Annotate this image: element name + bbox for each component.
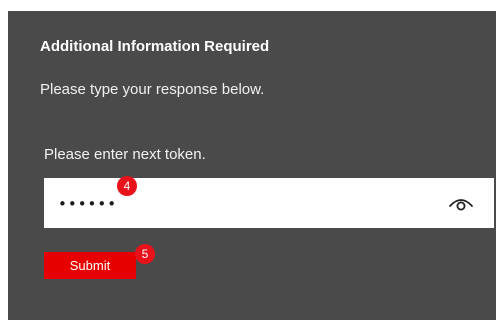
dialog-title: Additional Information Required [40,38,270,55]
token-field-label: Please enter next token. [44,146,206,163]
submit-button[interactable]: Submit [44,252,136,279]
dialog-subtitle: Please type your response below. [40,81,265,98]
token-input[interactable] [58,191,438,217]
token-field-container [44,178,494,228]
step-badge-token: 4 [117,176,137,196]
step-badge-submit: 5 [135,244,155,264]
auth-dialog-panel: Additional Information Required Please t… [8,11,496,320]
eye-icon[interactable] [448,193,474,213]
